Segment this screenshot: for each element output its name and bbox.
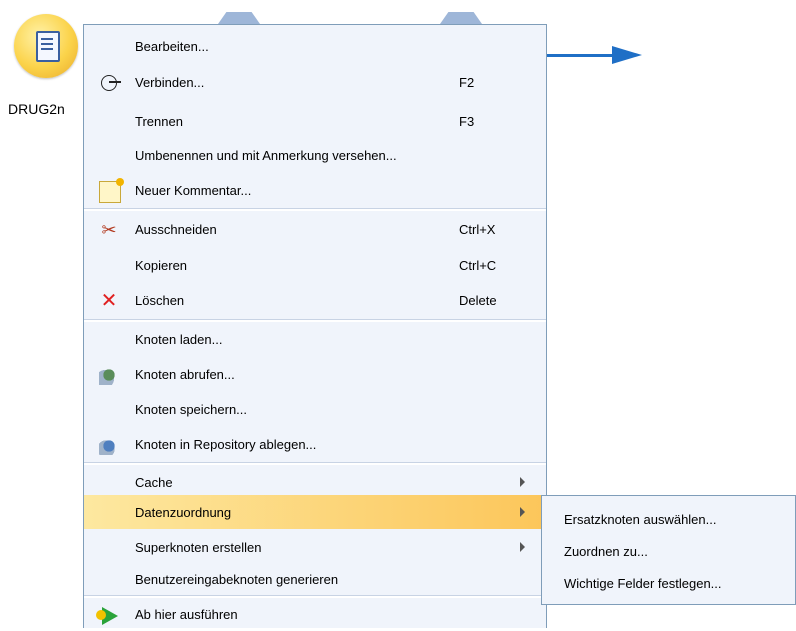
menu-item-label: Ersatzknoten auswählen... — [564, 512, 717, 527]
menu-item-label: Knoten laden... — [135, 332, 223, 347]
menu-item-label: Knoten abrufen... — [135, 367, 235, 382]
menu-item-label: Superknoten erstellen — [135, 540, 262, 555]
menu-item-label: Bearbeiten... — [135, 39, 209, 54]
shortcut-label: Delete — [459, 293, 497, 308]
repository-icon — [99, 435, 119, 455]
shortcut-label: Ctrl+C — [459, 258, 497, 273]
menu-item-cut[interactable]: ✂ Ausschneiden Ctrl+X — [84, 212, 546, 246]
menu-item-label: Wichtige Felder festlegen... — [564, 576, 722, 591]
data-mapping-submenu: Ersatzknoten auswählen... Zuordnen zu...… — [541, 495, 796, 605]
menu-item-save-node[interactable]: Knoten speichern... — [84, 392, 546, 426]
arrow-head-icon — [612, 46, 642, 64]
menu-item-copy[interactable]: Kopieren Ctrl+C — [84, 248, 546, 282]
menu-separator — [84, 208, 546, 211]
menu-item-new-comment[interactable]: Neuer Kommentar... — [84, 173, 546, 207]
menu-item-edit[interactable]: Bearbeiten... — [84, 29, 546, 63]
source-node-icon[interactable] — [14, 14, 78, 78]
menu-item-label: Verbinden... — [135, 75, 205, 90]
menu-item-label: Datenzuordnung — [135, 505, 232, 520]
node-label: DRUG2n — [8, 101, 65, 117]
menu-item-label: Trennen — [135, 114, 183, 129]
shortcut-label: F2 — [459, 75, 475, 90]
menu-item-cache[interactable]: Cache — [84, 465, 546, 499]
menu-item-label: Zuordnen zu... — [564, 544, 648, 559]
menu-item-run-from-here[interactable]: Ab hier ausführen — [84, 597, 546, 631]
menu-item-label: Umbenennen und mit Anmerkung versehen... — [135, 148, 397, 163]
connect-icon — [101, 75, 121, 91]
menu-item-rename[interactable]: Umbenennen und mit Anmerkung versehen... — [84, 138, 546, 172]
document-icon — [36, 31, 60, 62]
node-shape[interactable] — [440, 12, 482, 24]
submenu-item-select-replacement[interactable]: Ersatzknoten auswählen... — [542, 502, 795, 536]
context-menu: Bearbeiten... Verbinden... F2 Trennen F3… — [83, 24, 547, 628]
menu-item-store-repository[interactable]: Knoten in Repository ablegen... — [84, 427, 546, 461]
menu-item-label: Ab hier ausführen — [135, 607, 238, 622]
menu-item-disconnect[interactable]: Trennen F3 — [84, 104, 546, 138]
submenu-arrow-icon — [520, 507, 525, 517]
submenu-item-map-to[interactable]: Zuordnen zu... — [542, 534, 795, 568]
node-shape[interactable] — [218, 12, 260, 24]
shortcut-label: Ctrl+X — [459, 222, 496, 237]
delete-icon: ✕ — [100, 290, 118, 312]
submenu-arrow-icon — [520, 477, 525, 487]
menu-item-label: Ausschneiden — [135, 222, 217, 237]
menu-item-label: Löschen — [135, 293, 185, 308]
menu-item-data-mapping[interactable]: Datenzuordnung — [84, 495, 546, 529]
menu-item-label: Knoten speichern... — [135, 402, 248, 417]
menu-item-connect[interactable]: Verbinden... F2 — [84, 65, 546, 99]
menu-item-delete[interactable]: ✕ Löschen Delete — [84, 283, 546, 317]
submenu-arrow-icon — [520, 542, 525, 552]
menu-item-load-node[interactable]: Knoten laden... — [84, 322, 546, 356]
connector-line — [546, 54, 616, 57]
menu-item-create-supernode[interactable]: Superknoten erstellen — [84, 530, 546, 564]
submenu-item-set-essential-fields[interactable]: Wichtige Felder festlegen... — [542, 566, 795, 600]
scissors-icon: ✂ — [101, 220, 117, 240]
shortcut-label: F3 — [459, 114, 475, 129]
retrieve-icon — [99, 365, 119, 385]
comment-icon — [99, 178, 124, 203]
menu-item-generate-user-input[interactable]: Benutzereingabeknoten generieren — [84, 562, 546, 596]
menu-item-label: Kopieren — [135, 258, 188, 273]
run-icon — [96, 607, 118, 625]
menu-item-label: Benutzereingabeknoten generieren — [135, 572, 339, 587]
menu-item-label: Neuer Kommentar... — [135, 183, 252, 198]
menu-item-retrieve-node[interactable]: Knoten abrufen... — [84, 357, 546, 391]
menu-item-label: Knoten in Repository ablegen... — [135, 437, 317, 452]
menu-item-label: Cache — [135, 475, 173, 490]
